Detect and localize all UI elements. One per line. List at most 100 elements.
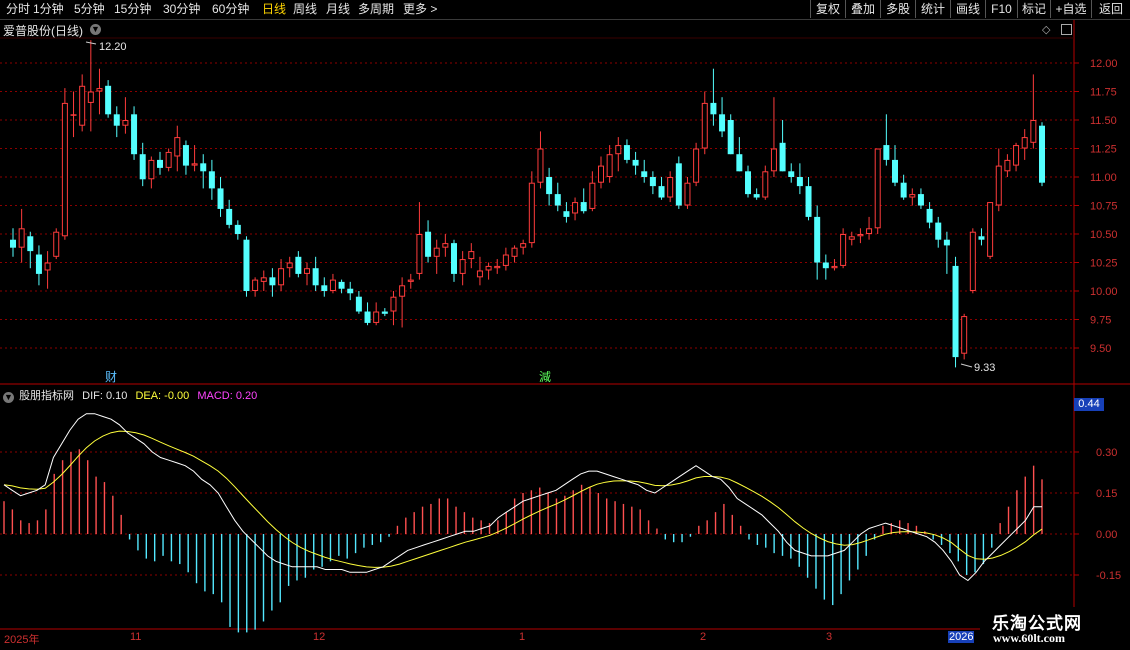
candle-body xyxy=(701,102,708,149)
candle-body xyxy=(866,228,873,235)
candle-body xyxy=(589,182,596,209)
candle-body xyxy=(857,234,864,237)
candle-body xyxy=(943,239,950,246)
candle-body xyxy=(727,120,734,155)
indicator-axis: 0.30 0.15 0.00 -0.15 xyxy=(1074,447,1121,582)
candle-body xyxy=(381,311,388,314)
price-tick-label: 10.00 xyxy=(1090,286,1118,298)
candle-body xyxy=(935,222,942,240)
candle-body xyxy=(779,142,786,172)
chevron-down-icon[interactable]: ▼ xyxy=(3,392,14,403)
price-tick-label: 12.00 xyxy=(1090,58,1118,70)
indicator-grid xyxy=(0,451,1074,576)
panel-frames xyxy=(0,20,1130,630)
candle-body xyxy=(770,148,777,172)
candle-body xyxy=(35,254,42,274)
candle-body xyxy=(174,137,181,157)
candle-body xyxy=(952,265,959,358)
candle-body xyxy=(719,114,726,132)
indicator-name[interactable]: 股朋指标网 xyxy=(19,390,74,402)
candle-body xyxy=(1030,120,1037,143)
candle-body xyxy=(122,120,129,126)
date-label: 11 xyxy=(130,631,142,643)
candle-body xyxy=(200,163,207,172)
candle-body xyxy=(27,236,34,252)
candle-body xyxy=(165,151,172,168)
watermark-url: www.60lt.com xyxy=(993,631,1065,645)
date-label: 2025年 xyxy=(4,634,40,646)
candle-body xyxy=(580,202,587,212)
candle-body xyxy=(243,239,250,291)
candle-body xyxy=(883,145,890,160)
candle-body xyxy=(131,114,138,155)
candle-body xyxy=(295,256,302,274)
candle-body xyxy=(191,163,198,166)
event-marker-reduce[interactable]: 減 xyxy=(539,369,551,384)
candle-body xyxy=(520,243,527,248)
candle-body xyxy=(892,159,898,183)
candle-body xyxy=(10,239,16,248)
indicator-tick-label: -0.15 xyxy=(1096,570,1121,582)
axis-value-box: 0.44 xyxy=(1074,398,1104,411)
candle-body xyxy=(459,259,466,274)
candle-body xyxy=(61,102,68,237)
candle-body xyxy=(995,165,1002,206)
candle-body xyxy=(926,208,933,223)
candle-body xyxy=(848,236,855,240)
price-tick-label: 11.00 xyxy=(1090,172,1117,184)
candle-body xyxy=(18,228,25,248)
candle-body xyxy=(788,171,795,177)
candle-body xyxy=(546,177,553,195)
candle-body xyxy=(805,186,812,217)
candle-body xyxy=(632,159,639,166)
price-tick-label: 9.75 xyxy=(1090,315,1111,327)
min-price-pointer xyxy=(960,363,973,368)
candle-body xyxy=(900,182,907,198)
candle-body xyxy=(641,171,648,177)
candle-body xyxy=(554,194,561,206)
event-marker-finance[interactable]: 财 xyxy=(105,370,117,384)
candle-body xyxy=(252,279,259,292)
price-tick-label: 10.25 xyxy=(1090,258,1118,270)
candle-body xyxy=(105,85,112,115)
date-label: 2 xyxy=(700,631,707,643)
candle-body xyxy=(338,281,345,289)
candle-body xyxy=(675,163,682,206)
date-label: 3 xyxy=(826,631,833,643)
price-annotations: 12.20 9.33 财 減 xyxy=(85,41,995,384)
min-price-label: 9.33 xyxy=(974,362,995,374)
dif-value: DIF: 0.10 xyxy=(82,390,128,402)
indicator-tick-label: 0.30 xyxy=(1096,447,1117,459)
candle-body xyxy=(442,243,449,248)
candle-body xyxy=(649,177,656,187)
candle-body xyxy=(814,216,821,263)
price-tick-label: 9.50 xyxy=(1090,343,1111,355)
price-tick-label: 11.50 xyxy=(1090,115,1117,127)
candle-body xyxy=(269,277,276,286)
candle-body xyxy=(606,154,613,177)
price-tick-label: 11.75 xyxy=(1090,87,1117,99)
price-tick-label: 10.50 xyxy=(1090,229,1118,241)
candle-body xyxy=(710,102,717,115)
date-label-current: 2026 xyxy=(948,631,975,643)
price-tick-label: 10.75 xyxy=(1090,201,1118,213)
candle-body xyxy=(347,288,354,294)
candle-body xyxy=(1021,137,1028,149)
candle-body xyxy=(425,231,432,257)
candle-body xyxy=(260,277,267,282)
date-label: 1 xyxy=(519,631,526,643)
candle-body xyxy=(217,188,224,209)
candle-body xyxy=(615,145,622,155)
price-chart: 12.00 11.75 11.50 11.25 11.00 10.75 10.50 10.25… xyxy=(0,20,1130,633)
candle-body xyxy=(1004,159,1011,172)
candle-body xyxy=(416,234,423,274)
candle-body xyxy=(598,165,604,183)
candle-body xyxy=(684,182,691,206)
candle-body xyxy=(693,148,700,183)
candle-body xyxy=(70,114,77,116)
candle-body xyxy=(961,316,968,354)
candle-body xyxy=(226,208,233,225)
candle-body xyxy=(476,270,483,278)
candlesticks xyxy=(10,40,1045,368)
candle-body xyxy=(658,186,665,198)
